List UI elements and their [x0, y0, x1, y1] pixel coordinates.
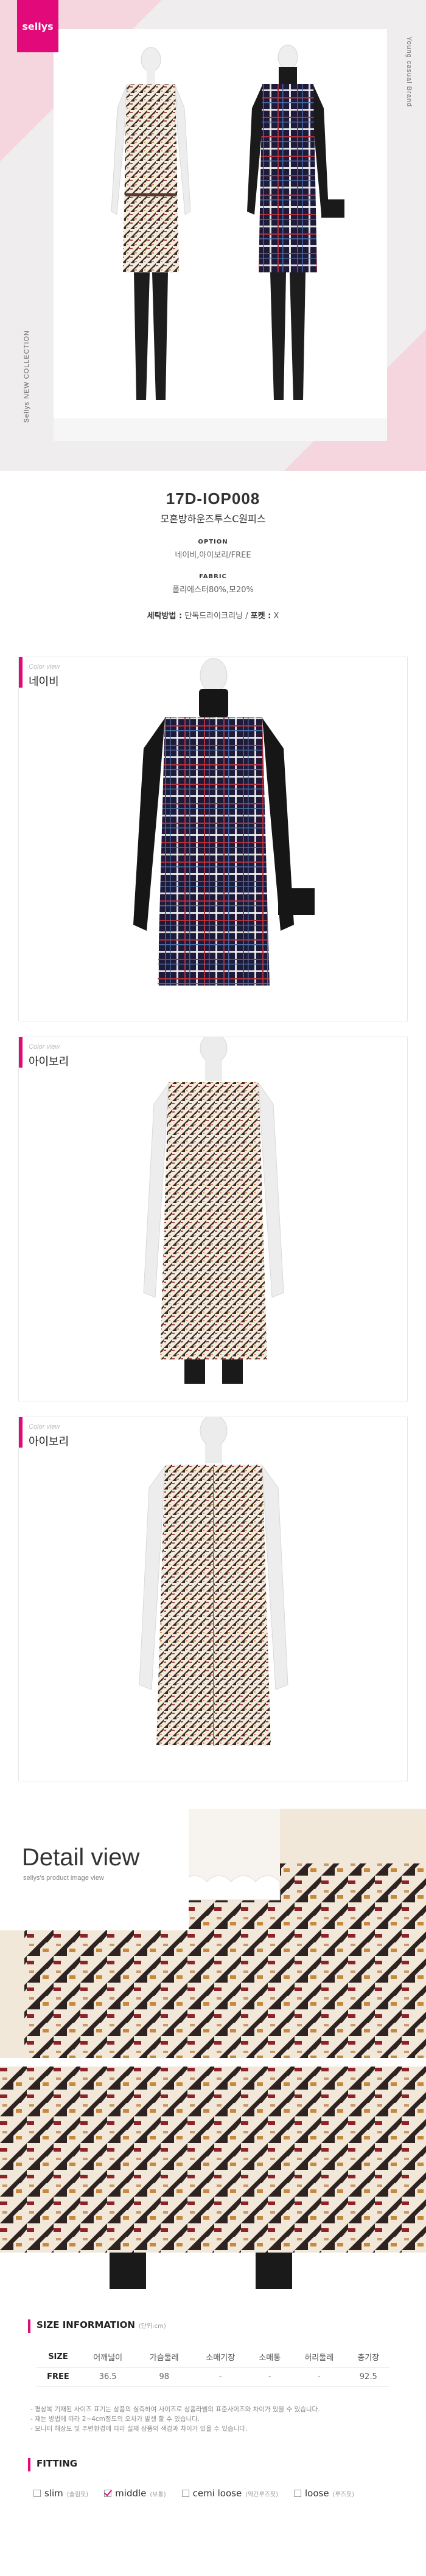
- color-view-small-label: Color view: [29, 663, 60, 671]
- color-view-small-label: Color view: [29, 1423, 60, 1431]
- wash-value: 단독드라이크리닝: [184, 612, 243, 621]
- product-info: 17D-IOP008 모혼방하운즈투스C원피스 OPTION 네이비,아이보리/…: [0, 471, 426, 635]
- ivory-dress-front-image: [143, 1037, 284, 1384]
- pocket-label: 포켓 :: [250, 612, 271, 621]
- pocket-value: X: [273, 612, 279, 621]
- wash-line: 세탁방법 : 단독드라이크리닝 / 포켓 : X: [147, 612, 279, 621]
- size-info-title: SIZE INFORMATION: [37, 2319, 135, 2330]
- color-view-color-name: 네이비: [29, 675, 59, 688]
- size-info-heading: SIZE INFORMATION (단위:cm): [28, 2319, 166, 2333]
- option-value: 네이비,아이보리/FREE: [175, 551, 251, 560]
- size-cell: 98: [136, 2367, 192, 2387]
- color-view-navy: Color view 네이비: [18, 657, 408, 1021]
- fitting-title: FITTING: [37, 2458, 78, 2469]
- color-view-ivory-front: Color view 아이보리: [18, 1037, 408, 1401]
- size-table-header: 가슴둘레: [136, 2347, 192, 2367]
- product-name: 모혼방하운즈투스C원피스: [160, 513, 266, 525]
- fabric-label: FABRIC: [199, 573, 227, 580]
- detail-view-section: Detail view sellys's product image view: [0, 1809, 426, 2289]
- color-view-small-label: Color view: [29, 1043, 60, 1051]
- size-note: - 평상복 기재된 사이즈 표기는 상품의 실측하여 사이즈로 상품라벨의 표준…: [30, 2406, 320, 2413]
- fitting-label: cemi loose: [192, 2488, 242, 2499]
- size-table-header: 허리둘레: [290, 2347, 347, 2367]
- detail-view-subtitle: sellys's product image view: [23, 1874, 104, 1882]
- color-view-ivory-back: Color view 아이보리: [18, 1417, 408, 1781]
- fitting-label: middle: [115, 2488, 147, 2499]
- size-table: SIZE 어깨넓이 가슴둘레 소매기장 소매통 허리둘레 총기장 FREE 36…: [37, 2347, 389, 2387]
- size-note: - 모니터 해상도 및 주변환경에 따라 실제 상품의 색감과 차이가 있을 수…: [30, 2425, 248, 2433]
- fitting-accent-bar: [28, 2458, 30, 2471]
- fitting-note: (약간루즈핏): [245, 2491, 278, 2498]
- fitting-option-loose: loose (루즈핏): [294, 2488, 354, 2499]
- size-table-header: 소매통: [248, 2347, 291, 2367]
- brand-logo-text: sellys: [22, 20, 54, 32]
- size-cell: -: [192, 2367, 249, 2387]
- option-label: OPTION: [198, 539, 228, 545]
- fitting-option-cemi-loose: cemi loose (약간루즈핏): [181, 2488, 278, 2499]
- size-cell: -: [248, 2367, 291, 2387]
- hero-banner: sellys Young casual Brand Sellys NEW COL…: [0, 0, 426, 471]
- fitting-checkbox: [33, 2490, 41, 2497]
- fabric-value: 폴리에스터80%,모20%: [172, 585, 254, 595]
- size-cell: -: [290, 2367, 347, 2387]
- product-code: 17D-IOP008: [166, 489, 260, 508]
- size-table-header: SIZE: [37, 2347, 80, 2367]
- fitting-options: slim (슬림핏) middle (보통) cemi loose (약간루즈핏…: [33, 2488, 354, 2499]
- size-information-section: SIZE INFORMATION (단위:cm) SIZE 어깨넓이 가슴둘레 …: [0, 2289, 426, 2576]
- size-table-header: 어깨넓이: [79, 2347, 136, 2367]
- fitting-label: slim: [44, 2488, 63, 2499]
- color-view-accent-bar: [19, 1037, 23, 1068]
- fitting-checkbox: [181, 2490, 189, 2497]
- wash-label: 세탁방법 :: [147, 612, 183, 621]
- fitting-label: loose: [305, 2488, 329, 2499]
- size-info-unit: (단위:cm): [138, 2323, 166, 2330]
- hero-frame: [54, 29, 387, 441]
- hero-tagline-left: Sellys NEW COLLECTION: [23, 330, 30, 423]
- color-view-accent-bar: [19, 657, 23, 688]
- fitting-note: (슬림핏): [66, 2491, 89, 2498]
- hero-tagline-right: Young casual Brand: [405, 36, 413, 108]
- size-table-header: 소매기장: [192, 2347, 249, 2367]
- fitting-checkbox: [294, 2490, 301, 2497]
- fitting-heading: FITTING: [28, 2458, 77, 2471]
- color-view-accent-bar: [19, 1417, 23, 1448]
- size-table-header: 총기장: [347, 2347, 389, 2367]
- fitting-option-slim: slim (슬림핏): [33, 2488, 88, 2499]
- navy-dress-image: [19, 658, 407, 1021]
- detail-view-title: Detail view: [22, 1844, 140, 1871]
- fitting-option-middle: middle (보통): [104, 2488, 166, 2499]
- size-cell: 36.5: [79, 2367, 136, 2387]
- size-cell: FREE: [37, 2367, 80, 2387]
- size-notes: - 평상복 기재된 사이즈 표기는 상품의 실측하여 사이즈로 상품라벨의 표준…: [30, 2405, 396, 2434]
- color-view-color-name: 아이보리: [29, 1055, 69, 1068]
- color-view-color-name: 아이보리: [29, 1435, 69, 1448]
- size-cell: 92.5: [347, 2367, 389, 2387]
- fitting-note: (보통): [150, 2491, 166, 2498]
- brand-logo[interactable]: sellys: [17, 0, 58, 52]
- table-row: FREE 36.5 98 - - - 92.5: [37, 2367, 389, 2387]
- size-note: - 재는 방법에 따라 2~4cm정도의 오차가 발생 할 수 있습니다.: [30, 2415, 200, 2423]
- hero-models-image: [54, 44, 387, 441]
- size-info-accent-bar: [28, 2319, 30, 2333]
- fitting-note: (루즈핏): [332, 2491, 354, 2498]
- ivory-dress-back-image: [19, 1417, 407, 1781]
- fitting-checkbox-checked: [104, 2490, 112, 2497]
- size-table-header-row: SIZE 어깨넓이 가슴둘레 소매기장 소매통 허리둘레 총기장: [37, 2347, 389, 2367]
